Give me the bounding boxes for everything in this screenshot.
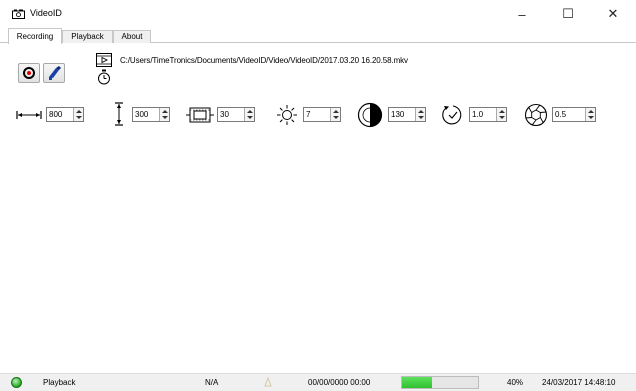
status-timecode: 00/00/0000 00:00 (308, 378, 371, 387)
brightness-value: 7 (306, 110, 311, 119)
contrast-value: 130 (391, 110, 405, 119)
tab-about[interactable]: About (113, 30, 151, 43)
aperture-spinbox[interactable]: 0.5 (552, 107, 596, 122)
tab-bar: Recording Playback About (0, 28, 636, 44)
width-spinbox[interactable]: 800 (46, 107, 84, 122)
output-file-path: C:/Users/TimeTronics/Documents/VideoID/V… (120, 56, 408, 65)
status-mode: Playback (43, 378, 76, 387)
progress-fill (402, 377, 433, 388)
title-bar: VideoID – ☐ ✕ (0, 0, 636, 28)
aperture-value: 0.5 (555, 110, 567, 119)
status-datetime: 24/03/2017 14:48:10 (542, 378, 616, 387)
play-file-icon[interactable] (96, 53, 112, 67)
brightness-icon (277, 105, 297, 125)
status-marker-icon (264, 377, 272, 387)
tab-recording[interactable]: Recording (8, 28, 62, 44)
exposure-timer-icon (442, 105, 462, 125)
stopwatch-icon[interactable] (97, 69, 111, 85)
framerate-spin-arrows[interactable] (244, 108, 254, 121)
status-na: N/A (205, 378, 219, 387)
width-value: 800 (49, 110, 63, 119)
progress-percent: 40% (507, 378, 524, 387)
tab-playback[interactable]: Playback (62, 30, 113, 43)
contrast-icon (357, 102, 383, 128)
aperture-icon (524, 103, 548, 127)
film-frame-icon (186, 107, 214, 123)
exposure-spin-arrows[interactable] (496, 108, 506, 121)
record-button[interactable] (18, 63, 40, 83)
width-icon (16, 111, 42, 119)
brightness-spin-arrows[interactable] (330, 108, 340, 121)
recording-panel: C:/Users/TimeTronics/Documents/VideoID/V… (0, 43, 636, 373)
framerate-value: 30 (220, 110, 229, 119)
contrast-spinbox[interactable]: 130 (388, 107, 426, 122)
camera-button[interactable] (43, 63, 65, 83)
progress-bar (401, 376, 479, 389)
close-button[interactable]: ✕ (590, 0, 636, 28)
height-icon (115, 102, 123, 126)
width-spin-arrows[interactable] (73, 108, 83, 121)
window-title: VideoID (30, 8, 62, 18)
height-value: 300 (135, 110, 149, 119)
minimize-button[interactable]: – (499, 0, 545, 28)
framerate-spinbox[interactable]: 30 (217, 107, 255, 122)
aperture-spin-arrows[interactable] (585, 108, 595, 121)
maximize-button[interactable]: ☐ (545, 0, 591, 28)
exposure-spinbox[interactable]: 1.0 (469, 107, 507, 122)
exposure-value: 1.0 (472, 110, 484, 119)
height-spinbox[interactable]: 300 (132, 107, 170, 122)
record-icon (23, 67, 35, 79)
brightness-spinbox[interactable]: 7 (303, 107, 341, 122)
status-led-icon (11, 377, 22, 388)
app-camera-icon (12, 9, 25, 19)
status-bar: Playback N/A 00/00/0000 00:00 40% 24/03/… (0, 373, 636, 391)
height-spin-arrows[interactable] (159, 108, 169, 121)
contrast-spin-arrows[interactable] (415, 108, 425, 121)
camera-icon (49, 66, 61, 80)
